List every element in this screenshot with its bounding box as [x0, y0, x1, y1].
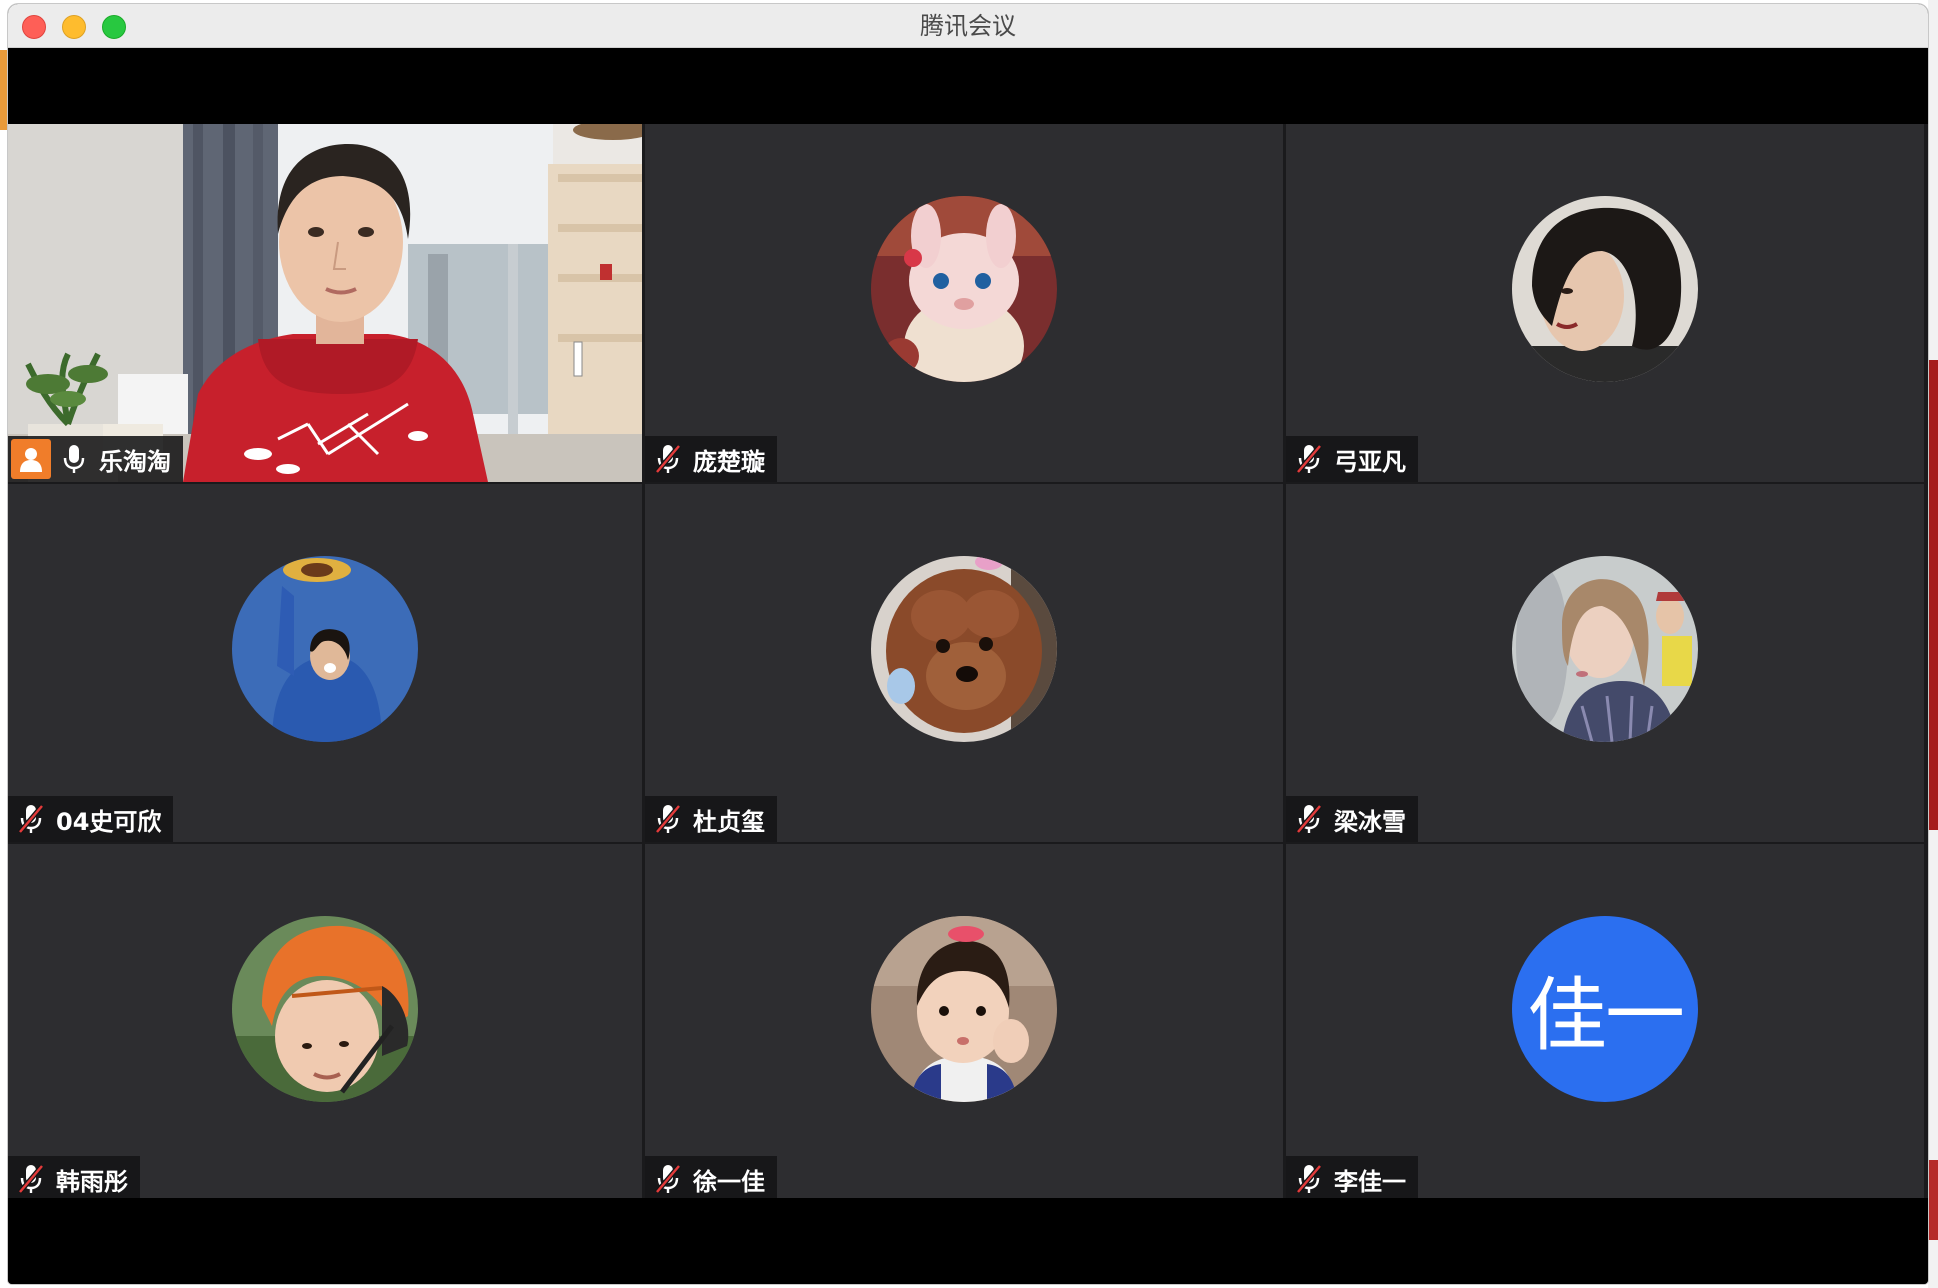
window-title: 腾讯会议	[920, 12, 1016, 40]
participant-tile[interactable]: 杜贞玺	[645, 484, 1283, 842]
participant-avatar	[1512, 556, 1698, 742]
participant-name: 庞楚璇	[693, 447, 765, 476]
participant-nametag: 李佳一	[1286, 1156, 1418, 1202]
participant-nametag: 韩雨彤	[8, 1156, 140, 1202]
participant-name: 梁冰雪	[1334, 807, 1406, 836]
participant-tile[interactable]: 佳一 李佳一	[1286, 844, 1924, 1202]
microphone-muted-icon	[1296, 444, 1322, 474]
participant-tile[interactable]: 庞楚璇	[645, 124, 1283, 482]
participant-nametag: 乐淘淘	[8, 436, 183, 482]
participant-avatar	[1512, 196, 1698, 382]
bottom-toolbar-area	[8, 1198, 1928, 1284]
participant-tile[interactable]: 梁冰雪	[1286, 484, 1924, 842]
microphone-muted-icon	[18, 804, 44, 834]
desktop-background-edge	[0, 50, 8, 130]
participant-name: 弓亚凡	[1334, 447, 1406, 476]
participant-nametag: 04史可欣	[8, 796, 174, 842]
participant-nametag: 梁冰雪	[1286, 796, 1418, 842]
microphone-muted-icon	[1296, 1164, 1322, 1194]
participant-nametag: 杜贞玺	[645, 796, 777, 842]
participant-nametag: 弓亚凡	[1286, 436, 1418, 482]
participant-tile[interactable]: 弓亚凡	[1286, 124, 1924, 482]
participant-name: 韩雨彤	[56, 1167, 128, 1196]
participant-text-avatar: 佳一	[1512, 916, 1698, 1102]
participant-tile[interactable]: 徐一佳	[645, 844, 1283, 1202]
microphone-muted-icon	[18, 1164, 44, 1194]
participant-grid: 乐淘淘 庞楚璇 弓亚凡 04史可欣 杜贞玺 梁冰雪 韩雨彤 徐一佳 佳一 李佳一	[8, 124, 1928, 1202]
top-toolbar-area	[8, 49, 1928, 124]
participant-tile[interactable]: 韩雨彤	[8, 844, 642, 1202]
title-bar[interactable]: 腾讯会议	[8, 4, 1928, 48]
microphone-muted-icon	[655, 804, 681, 834]
participant-name: 04史可欣	[56, 807, 162, 836]
microphone-icon	[63, 445, 85, 473]
microphone-muted-icon	[655, 444, 681, 474]
background-window-strip	[1928, 1160, 1938, 1240]
meeting-window: 腾讯会议 乐淘淘 庞楚璇 弓亚凡 04史可欣 杜贞玺 梁冰雪 韩雨彤 徐一佳 佳…	[8, 4, 1928, 1284]
desktop-background-edge-right	[1928, 0, 1938, 1288]
participant-avatar	[871, 556, 1057, 742]
microphone-muted-icon	[1296, 804, 1322, 834]
participant-avatar	[232, 556, 418, 742]
host-badge-icon	[11, 439, 51, 479]
avatar-initials: 佳一	[1527, 969, 1685, 1062]
participant-nametag: 徐一佳	[645, 1156, 777, 1202]
participant-tile[interactable]: 乐淘淘	[8, 124, 642, 482]
participant-name: 徐一佳	[693, 1167, 765, 1196]
participant-nametag: 庞楚璇	[645, 436, 777, 482]
participant-avatar	[232, 916, 418, 1102]
participant-name: 杜贞玺	[693, 807, 765, 836]
background-window-strip	[1928, 360, 1938, 830]
participant-video	[8, 124, 642, 482]
microphone-muted-icon	[655, 1164, 681, 1194]
participant-tile[interactable]: 04史可欣	[8, 484, 642, 842]
participant-name: 李佳一	[1334, 1167, 1406, 1196]
participant-avatar	[871, 916, 1057, 1102]
participant-name: 乐淘淘	[99, 447, 171, 476]
participant-avatar	[871, 196, 1057, 382]
